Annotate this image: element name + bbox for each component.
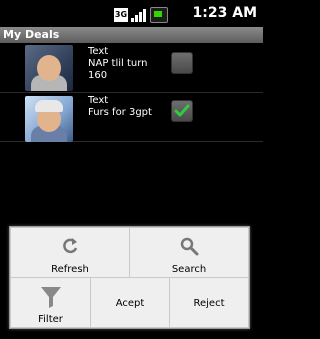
status-time: 1:23 AM (192, 5, 257, 21)
app-title: My Deals (3, 28, 60, 41)
deal-avatar (25, 45, 73, 91)
deal-description-line1: NAP tlil turn (88, 58, 148, 69)
deal-avatar (25, 96, 73, 142)
filter-button[interactable]: Filter (10, 277, 91, 328)
filter-icon (40, 287, 61, 308)
refresh-button[interactable]: Refresh (10, 227, 130, 278)
deal-text: Text Furs for 3gpt (88, 95, 152, 119)
deal-description-line2: 160 (88, 70, 108, 81)
reject-label: Reject (193, 298, 225, 309)
signal-strength-icon (131, 8, 147, 22)
search-label: Search (171, 264, 207, 275)
deal-text: Text NAP tlil turn 160 (88, 46, 148, 82)
refresh-icon (63, 238, 78, 254)
accept-button[interactable]: Acept (90, 277, 170, 328)
deal-checkbox[interactable] (171, 52, 193, 74)
search-button[interactable]: Search (129, 227, 249, 278)
battery-icon (150, 7, 168, 23)
checkmark-icon (174, 104, 190, 117)
accept-label: Acept (115, 298, 145, 309)
search-icon (180, 237, 199, 256)
status-icons: 3G (114, 7, 168, 23)
deal-row[interactable]: Text Furs for 3gpt (0, 93, 263, 142)
refresh-label: Refresh (51, 264, 89, 275)
deal-title: Text (88, 46, 109, 57)
deal-title: Text (88, 95, 109, 106)
deal-row[interactable]: Text NAP tlil turn 160 (0, 44, 263, 93)
network-type-icon: 3G (114, 8, 128, 22)
reject-button[interactable]: Reject (169, 277, 249, 328)
app-title-bar: My Deals (0, 27, 263, 43)
deals-list: Text NAP tlil turn 160 Text Furs for 3gp… (0, 44, 263, 142)
deal-description-line1: Furs for 3gpt (88, 107, 152, 118)
filter-label: Filter (38, 314, 63, 325)
options-menu: Refresh Search Filter Acept Reject (9, 226, 250, 329)
status-bar: 3G 1:23 AM (0, 0, 263, 27)
deal-checkbox[interactable] (171, 100, 193, 122)
